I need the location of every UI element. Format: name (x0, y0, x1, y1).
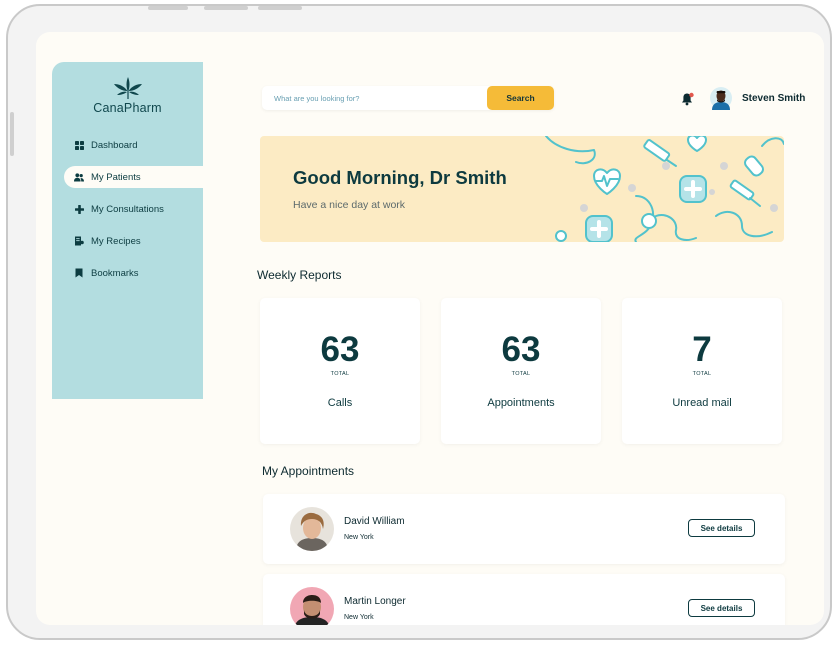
appointment-item: Martin Longer New York See details (263, 574, 785, 625)
see-details-button[interactable]: See details (688, 519, 755, 537)
sidebar-item-my-recipes[interactable]: My Recipes (52, 230, 203, 252)
sidebar-item-my-patients[interactable]: My Patients (64, 166, 203, 188)
sidebar-nav: Dashboard My Patients My Consultations M… (52, 134, 203, 294)
appointment-item: David William New York See details (263, 494, 785, 564)
appointments-title: My Appointments (262, 464, 355, 478)
sidebar-item-my-consultations[interactable]: My Consultations (52, 198, 203, 220)
device-button (148, 6, 188, 10)
report-label: Unread mail (672, 397, 732, 409)
medical-pattern-illustration (545, 136, 784, 242)
report-label: Calls (327, 397, 353, 409)
patient-city: New York (344, 614, 374, 621)
sidebar-item-dashboard[interactable]: Dashboard (52, 134, 203, 156)
patient-avatar (290, 507, 334, 551)
grid-icon (74, 140, 84, 150)
brand-logo: CanaPharm (52, 76, 203, 115)
sidebar: CanaPharm Dashboard My Patients My Consu… (52, 62, 203, 399)
users-icon (74, 172, 84, 182)
patient-city: New York (344, 534, 374, 541)
report-card-calls: 63 TOTAL Calls (260, 298, 420, 444)
search-input[interactable] (262, 86, 484, 110)
greeting-title: Good Morning, Dr Smith (293, 167, 507, 188)
notification-bell-icon[interactable] (681, 92, 695, 111)
sidebar-item-label: Bookmarks (91, 267, 139, 279)
bookmark-icon (74, 268, 84, 278)
user-avatar[interactable] (710, 86, 732, 110)
brand-name: CanaPharm (93, 101, 162, 115)
report-value: 63 (320, 330, 360, 369)
sidebar-item-label: My Recipes (91, 235, 141, 247)
sidebar-item-label: Dashboard (91, 139, 138, 151)
recipe-icon (74, 236, 84, 246)
report-unit: TOTAL (692, 371, 712, 377)
weekly-reports-title: Weekly Reports (257, 268, 342, 282)
device-button (258, 6, 302, 10)
tablet-frame: CanaPharm Dashboard My Patients My Consu… (6, 4, 832, 640)
sidebar-item-bookmarks[interactable]: Bookmarks (52, 262, 203, 284)
report-card-unread-mail: 7 TOTAL Unread mail (622, 298, 782, 444)
greeting-subtitle: Have a nice day at work (293, 199, 406, 211)
screen: CanaPharm Dashboard My Patients My Consu… (36, 32, 824, 625)
report-value: 7 (692, 330, 712, 369)
report-label: Appointments (487, 397, 555, 409)
report-unit: TOTAL (330, 371, 350, 377)
patient-name: David William (344, 516, 405, 527)
sidebar-item-label: My Patients (91, 171, 141, 183)
search-button[interactable]: Search (487, 86, 554, 110)
leaf-logo-icon (113, 77, 142, 99)
report-value: 63 (501, 330, 541, 369)
patient-name: Martin Longer (344, 596, 406, 607)
report-unit: TOTAL (511, 371, 531, 377)
user-name: Steven Smith (742, 93, 806, 104)
sidebar-item-label: My Consultations (91, 203, 164, 215)
report-card-appointments: 63 TOTAL Appointments (441, 298, 601, 444)
device-button (204, 6, 248, 10)
see-details-button[interactable]: See details (688, 599, 755, 617)
plus-icon (74, 204, 84, 214)
patient-avatar (290, 587, 334, 625)
search-bar: Search (262, 86, 554, 110)
greeting-banner: Good Morning, Dr Smith Have a nice day a… (260, 136, 784, 242)
device-button (10, 112, 14, 156)
